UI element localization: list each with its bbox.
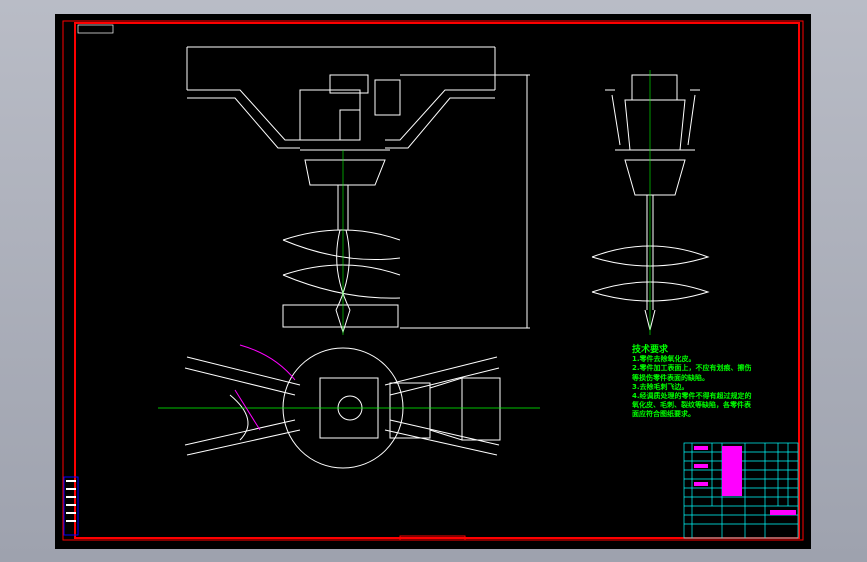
tech-requirement-item: 4.经调质处理的零件不得有超过规定的氧化皮、毛刺、裂纹等缺陷，各零件表面应符合图… <box>632 392 752 419</box>
tech-requirements: 技术要求 1.零件去除氧化皮。 2.零件加工表面上，不应有划痕、擦伤等损伤零件表… <box>632 345 752 420</box>
drawing-area <box>55 14 811 549</box>
cad-viewport[interactable]: 技术要求 1.零件去除氧化皮。 2.零件加工表面上，不应有划痕、擦伤等损伤零件表… <box>0 0 867 562</box>
tech-requirements-title: 技术要求 <box>632 345 669 355</box>
drawing-canvas[interactable] <box>0 0 867 562</box>
tech-requirement-item: 2.零件加工表面上，不应有划痕、擦伤等损伤零件表面的缺陷。 <box>632 364 752 382</box>
tech-requirement-item: 3.去除毛刺飞边。 <box>632 382 689 391</box>
